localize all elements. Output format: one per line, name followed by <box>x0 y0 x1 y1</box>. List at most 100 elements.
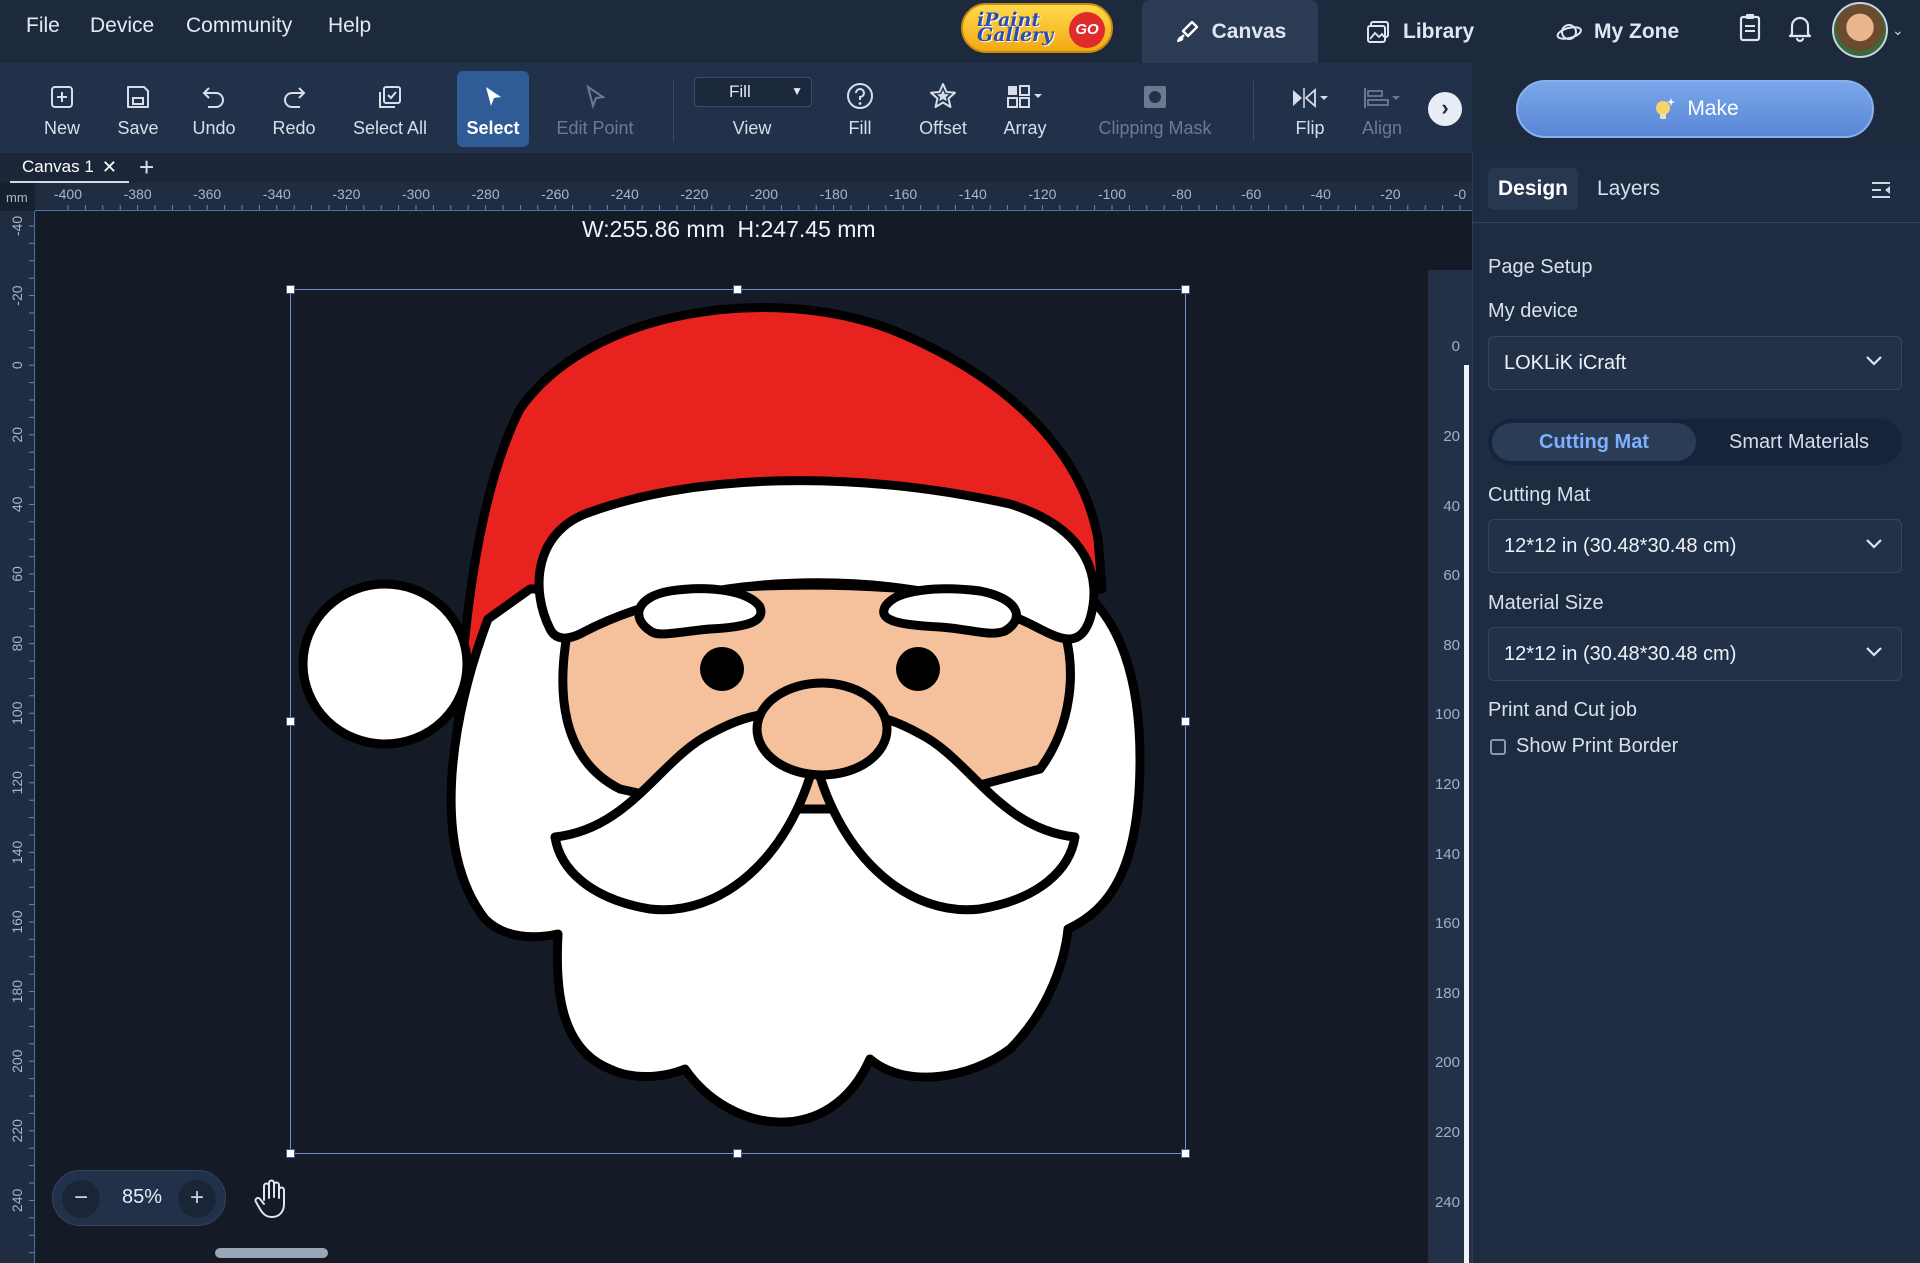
new-file-icon <box>51 86 73 108</box>
show-print-border-checkbox[interactable] <box>1490 739 1506 755</box>
flip-label: Flip <box>1295 118 1325 138</box>
resize-handle-top[interactable] <box>733 285 742 294</box>
add-canvas-plus-icon[interactable]: + <box>139 153 154 181</box>
menu-file[interactable]: File <box>26 14 60 38</box>
mat-ruler-label: 100 <box>1434 706 1460 724</box>
tab-my-zone-label: My Zone <box>1594 19 1680 43</box>
flip-button[interactable]: Flip <box>1284 71 1336 147</box>
canvas-tab-1[interactable]: Canvas 1 ✕ <box>10 153 129 183</box>
new-label: New <box>43 118 80 138</box>
tab-library[interactable]: Library <box>1343 0 1496 63</box>
view-label: View <box>732 118 772 138</box>
ruler-tick-label: -260 <box>541 186 569 202</box>
redo-icon <box>284 87 306 108</box>
resize-handle-top-right[interactable] <box>1181 285 1190 294</box>
clipping-mask-button[interactable]: Clipping Mask <box>1090 71 1220 147</box>
fill-label: Fill <box>848 118 872 138</box>
page-setup-heading: Page Setup <box>1488 256 1593 278</box>
material-size-select[interactable]: 12*12 in (30.48*30.48 cm) <box>1488 627 1902 681</box>
ruler-tick-label: 20 <box>9 427 25 443</box>
user-avatar[interactable] <box>1832 2 1888 58</box>
device-select[interactable]: LOKLiK iCraft <box>1488 336 1902 390</box>
cutting-mat-select[interactable]: 12*12 in (30.48*30.48 cm) <box>1488 519 1902 573</box>
resize-handle-top-left[interactable] <box>286 285 295 294</box>
device-select-value: LOKLiK iCraft <box>1504 351 1627 374</box>
align-button[interactable]: Align <box>1354 71 1410 147</box>
resize-handle-bottom[interactable] <box>733 1149 742 1158</box>
resize-handle-right[interactable] <box>1181 717 1190 726</box>
zoom-out-button[interactable]: − <box>62 1180 100 1218</box>
undo-label: Undo <box>192 118 236 138</box>
ruler-tick-label: -320 <box>332 186 360 202</box>
toolbar-divider <box>1253 81 1254 141</box>
lightbulb-icon <box>1656 98 1676 119</box>
segment-smart-materials[interactable]: Smart Materials <box>1700 423 1898 461</box>
new-button[interactable]: New <box>34 71 90 147</box>
ruler-tick-label: -220 <box>680 186 708 202</box>
fill-button[interactable]: Fill <box>832 71 888 147</box>
resize-handle-left[interactable] <box>286 717 295 726</box>
chevron-down-icon <box>1866 647 1882 657</box>
array-button[interactable]: Array <box>994 71 1056 147</box>
ipaint-gallery-button[interactable]: iPaint Gallery GO <box>961 3 1113 53</box>
toolbar-more-chevron-icon[interactable]: › <box>1428 92 1462 126</box>
cutting-mat-border <box>1464 365 1469 1263</box>
ruler-tick-label: -400 <box>54 186 82 202</box>
horizontal-scrollbar[interactable] <box>215 1248 328 1258</box>
resize-handle-bottom-right[interactable] <box>1181 1149 1190 1158</box>
select-all-button[interactable]: Select All <box>345 71 435 147</box>
zoom-level: 85% <box>121 1186 163 1208</box>
segment-cutting-mat[interactable]: Cutting Mat <box>1492 423 1696 461</box>
mat-ruler-label: 240 <box>1434 1193 1460 1211</box>
edit-point-button[interactable]: Edit Point <box>548 71 642 147</box>
undo-icon <box>202 87 224 108</box>
undo-button[interactable]: Undo <box>186 71 242 147</box>
canvas-tab-strip: Canvas 1 ✕ + <box>0 153 1472 183</box>
clipping-mask-icon <box>1144 86 1166 108</box>
resize-handle-bottom-left[interactable] <box>286 1149 295 1158</box>
ruler-tick-label: -40 <box>9 216 25 236</box>
close-icon[interactable]: ✕ <box>102 157 117 178</box>
chevron-down-icon <box>1866 356 1882 366</box>
ruler-unit: mm <box>6 190 28 205</box>
tab-canvas-label: Canvas <box>1211 19 1287 43</box>
ruler-tick-label: -280 <box>472 186 500 202</box>
chevron-down-icon[interactable]: ⌄ <box>1892 22 1904 39</box>
select-tool-button[interactable]: Select <box>457 71 529 147</box>
mat-ruler-label: 20 <box>1443 428 1460 445</box>
make-button[interactable]: Make <box>1516 80 1874 138</box>
save-button[interactable]: Save <box>110 71 166 147</box>
array-label: Array <box>1003 118 1047 138</box>
ruler-tick-label: -180 <box>820 186 848 202</box>
left-eye <box>700 647 744 691</box>
santa-face-design[interactable] <box>290 289 1186 1154</box>
redo-button[interactable]: Redo <box>266 71 322 147</box>
collapse-panel-icon[interactable] <box>1870 180 1892 200</box>
ruler-tick-label: -120 <box>1028 186 1056 202</box>
notification-bell-icon[interactable] <box>1786 13 1814 43</box>
tab-layers[interactable]: Layers <box>1597 168 1660 210</box>
cutting-mat-label: Cutting Mat <box>1488 484 1591 506</box>
offset-button[interactable]: Offset <box>910 71 976 147</box>
menu-device[interactable]: Device <box>90 14 154 38</box>
ruler-tick-label: -60 <box>1241 186 1261 202</box>
ruler-tick-label: 80 <box>9 636 25 652</box>
clipboard-icon[interactable] <box>1737 13 1763 43</box>
tab-canvas[interactable]: Canvas <box>1142 0 1318 63</box>
right-eyebrow <box>879 584 1021 638</box>
edit-point-icon <box>586 84 606 110</box>
tab-my-zone[interactable]: My Zone <box>1534 0 1701 63</box>
view-button[interactable]: View <box>714 71 790 147</box>
main-toolbar: New Save Undo Redo Select All Select Edi… <box>0 63 1472 153</box>
ruler-tick-label: -340 <box>263 186 291 202</box>
ruler-tick-label: 120 <box>9 771 25 795</box>
zoom-control: − 85% + <box>52 1170 226 1226</box>
tab-design[interactable]: Design <box>1488 168 1578 210</box>
menu-help[interactable]: Help <box>328 14 371 38</box>
ruler-tick-label: -80 <box>1171 186 1191 202</box>
pan-hand-icon[interactable] <box>252 1178 292 1220</box>
ruler-tick-label: -200 <box>750 186 778 202</box>
offset-label: Offset <box>919 118 967 138</box>
zoom-in-button[interactable]: + <box>178 1180 216 1218</box>
menu-community[interactable]: Community <box>186 14 292 38</box>
